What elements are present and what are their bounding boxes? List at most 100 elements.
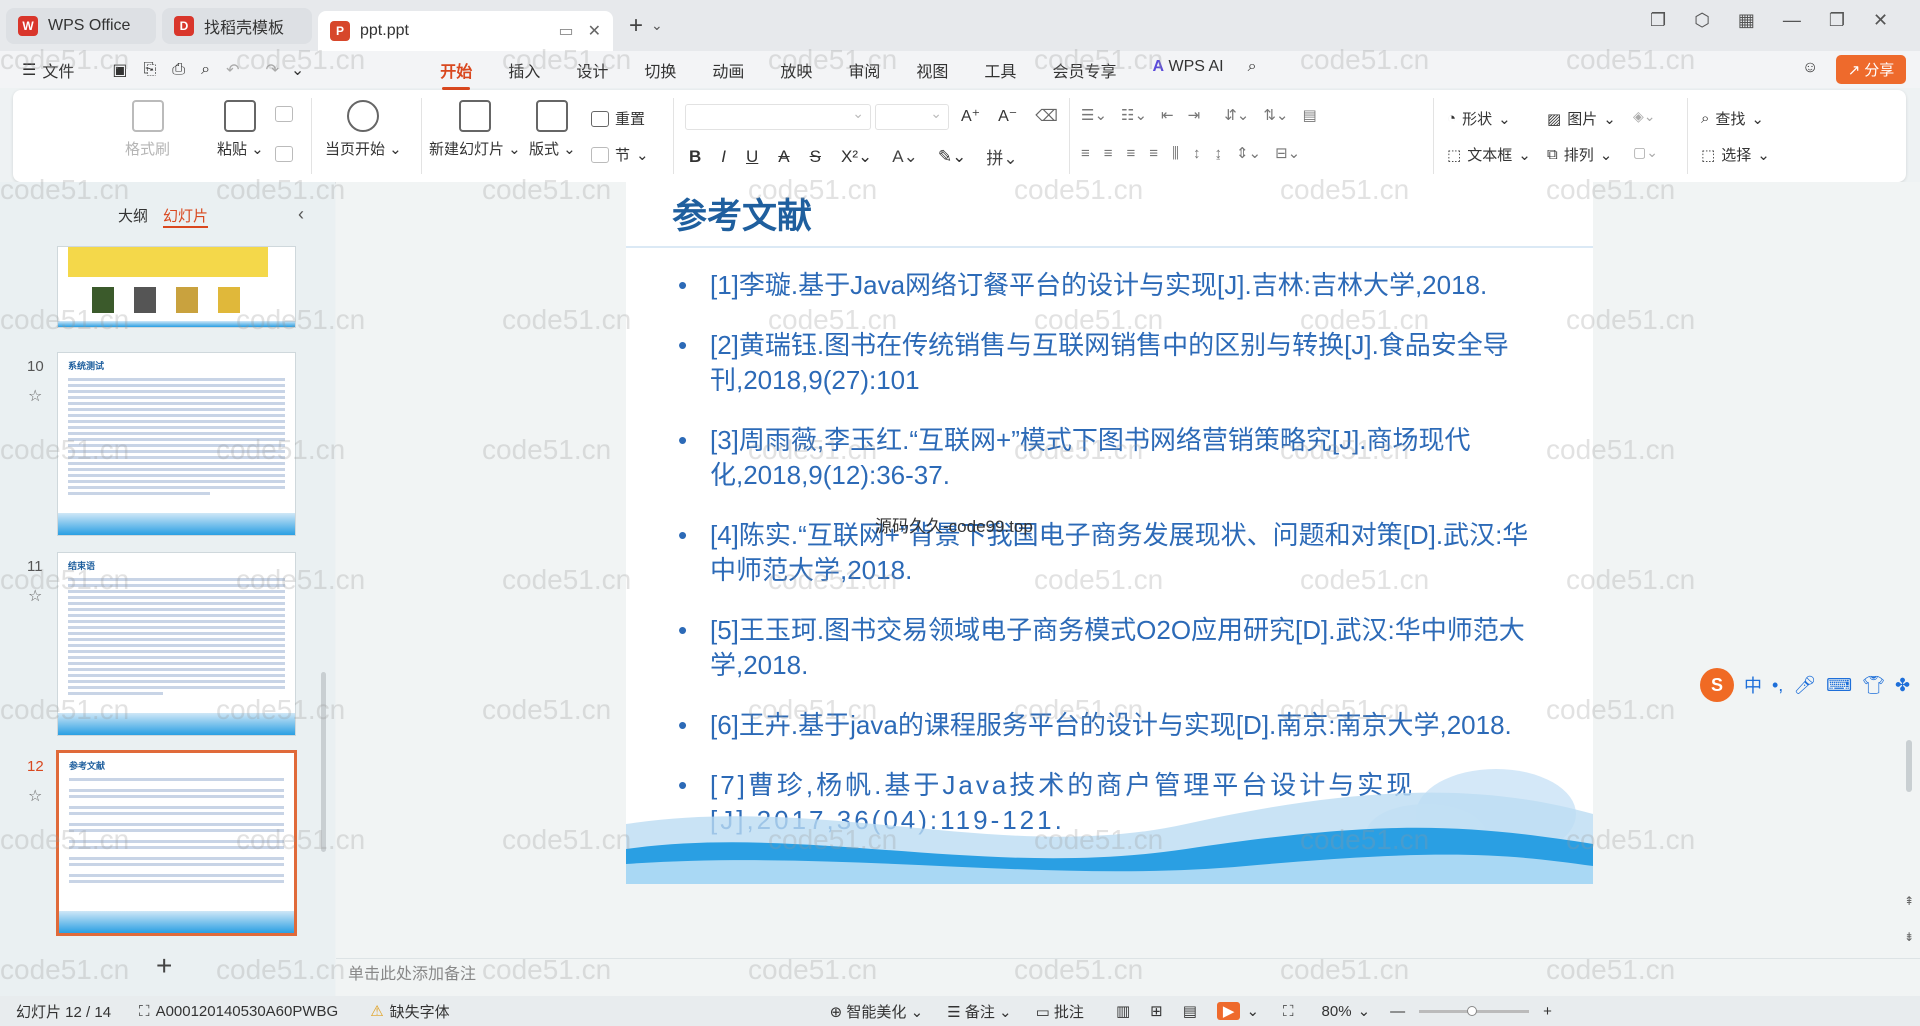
slide-thumbnail-9[interactable]	[57, 246, 296, 328]
tab-tools[interactable]: 工具	[984, 58, 1016, 82]
textbox-button[interactable]: ⬚ 文本框 ⌄	[1447, 144, 1531, 165]
zoom-slider[interactable]	[1419, 1005, 1530, 1016]
tab-wps-office[interactable]: W WPS Office	[6, 7, 156, 44]
fit-window-icon[interactable]: ⛶	[1283, 1003, 1294, 1020]
chat-icon[interactable]: ☺	[1802, 59, 1818, 77]
panel-scrollbar[interactable]	[321, 672, 326, 852]
hamburger-icon[interactable]: ☰	[22, 60, 36, 80]
align-center-icon[interactable]: ≡	[1104, 145, 1113, 162]
favorite-star-icon[interactable]: ☆	[28, 786, 42, 806]
window-mode-icon[interactable]: ▭	[558, 21, 573, 41]
numbered-list-icon[interactable]: ☷⌄	[1121, 106, 1147, 124]
maximize-icon[interactable]: ❐	[1829, 10, 1845, 31]
bullet-list-icon[interactable]: ☰⌄	[1081, 106, 1107, 124]
layout-button[interactable]: 版式 ⌄	[529, 100, 576, 159]
align-right-icon[interactable]: ≡	[1127, 145, 1136, 162]
play-slideshow-button[interactable]: ▶	[1216, 1002, 1241, 1020]
align-left-icon[interactable]: ≡	[1081, 145, 1090, 162]
play-chevron-icon[interactable]: ⌄	[1246, 1002, 1259, 1020]
tab-transition[interactable]: 切换	[644, 58, 676, 82]
bold-icon[interactable]: B	[689, 147, 701, 167]
tab-ppt-document[interactable]: P ppt.ppt ▭ ✕	[318, 11, 613, 51]
strikethrough-s-icon[interactable]: S	[810, 147, 821, 167]
tab-list-chevron-icon[interactable]: ⌄	[651, 17, 663, 34]
line-spacing-icon[interactable]: ↕	[1193, 145, 1201, 162]
decrease-font-icon[interactable]: A⁻	[998, 106, 1017, 126]
smart-beautify-button[interactable]: ⊕ 智能美化 ⌄	[830, 1001, 924, 1022]
current-slide[interactable]: 参考文献 [1]李璇.基于Java网络订餐平台的设计与实现[J].吉林:吉林大学…	[626, 182, 1593, 884]
outline-icon[interactable]: ▢⌄	[1633, 144, 1658, 161]
justify-icon[interactable]: ≡	[1149, 145, 1158, 162]
prev-slide-icon[interactable]: ⇞	[1904, 894, 1914, 908]
new-tab-icon[interactable]: +	[629, 12, 643, 40]
text-align-icon[interactable]: ⊟⌄	[1275, 144, 1300, 162]
slide-thumbnail-11[interactable]: 结束语	[57, 552, 296, 736]
outline-tab[interactable]: 大纲	[118, 205, 148, 226]
tab-insert[interactable]: 插入	[508, 58, 540, 82]
strikethrough-icon[interactable]: A	[778, 147, 789, 167]
convert-smartart-icon[interactable]: ▤	[1302, 106, 1316, 124]
favorite-star-icon[interactable]: ☆	[28, 586, 42, 606]
print-icon[interactable]: ⎙	[172, 61, 185, 79]
close-window-icon[interactable]: ✕	[1873, 10, 1888, 31]
column-icon[interactable]: ⇕⌄	[1236, 144, 1261, 162]
select-button[interactable]: ⬚ 选择 ⌄	[1701, 144, 1770, 165]
normal-view-icon[interactable]: ▥	[1116, 1002, 1130, 1020]
favorite-star-icon[interactable]: ☆	[28, 386, 42, 406]
cube-icon[interactable]: ⬡	[1694, 10, 1710, 31]
save-icon[interactable]: ▣	[112, 60, 127, 80]
search-icon[interactable]: ⌕	[1248, 58, 1257, 82]
increase-indent-icon[interactable]: ⇥	[1188, 106, 1201, 124]
arrange-button[interactable]: ⧉ 排列 ⌄	[1547, 144, 1612, 165]
slide-thumbnail-12[interactable]: 参考文献	[56, 750, 297, 936]
font-family-select[interactable]: ⌄	[685, 104, 871, 130]
copy-icon[interactable]	[275, 146, 293, 162]
close-tab-icon[interactable]: ✕	[588, 21, 601, 41]
underline-icon[interactable]: U	[746, 147, 758, 167]
picture-button[interactable]: ▨ 图片 ⌄	[1547, 108, 1616, 129]
font-size-select[interactable]: ⌄	[875, 104, 949, 130]
new-slide-button[interactable]: 新建幻灯片 ⌄	[429, 100, 521, 159]
phonetic-icon[interactable]: 拼⌄	[986, 144, 1017, 169]
format-painter-button[interactable]: 格式刷	[125, 100, 170, 159]
next-slide-icon[interactable]: ⇟	[1904, 930, 1914, 944]
zoom-chevron-icon[interactable]: ⌄	[1358, 1002, 1371, 1020]
tab-docer-templates[interactable]: D 找稻壳模板	[162, 7, 312, 44]
tab-design[interactable]: 设计	[576, 58, 608, 82]
decrease-indent-icon[interactable]: ⇤	[1161, 106, 1174, 124]
canvas-scrollbar[interactable]	[1906, 740, 1912, 792]
find-button[interactable]: ⌕ 查找 ⌄	[1701, 108, 1764, 129]
share-button[interactable]: ↗ 分享	[1836, 55, 1906, 84]
export-icon[interactable]: ⎘	[143, 61, 156, 79]
multi-window-icon[interactable]: ❐	[1650, 10, 1666, 31]
redo-icon[interactable]: ↷	[265, 60, 278, 80]
sort-icon[interactable]: ⇅⌄	[1263, 106, 1288, 124]
notes-button[interactable]: ☰ 备注 ⌄	[947, 1001, 1011, 1022]
font-color-icon[interactable]: A⌄	[892, 147, 918, 167]
highlight-icon[interactable]: ✎⌄	[938, 147, 967, 167]
tab-slideshow[interactable]: 放映	[780, 58, 812, 82]
tab-view[interactable]: 视图	[916, 58, 948, 82]
print-preview-icon[interactable]: ⌕	[201, 61, 210, 79]
tab-home[interactable]: 开始	[440, 58, 472, 90]
menu-file[interactable]: 文件	[42, 58, 74, 82]
clear-format-icon[interactable]: ⌫	[1035, 106, 1058, 126]
tab-animation[interactable]: 动画	[712, 58, 744, 82]
italic-icon[interactable]: I	[721, 147, 726, 167]
section-button[interactable]: 节 ⌄	[591, 144, 649, 165]
undo-icon[interactable]: ↶	[226, 60, 239, 80]
zoom-level[interactable]: 80%	[1322, 1003, 1352, 1020]
zoom-in-icon[interactable]: +	[1543, 1003, 1552, 1020]
increase-font-icon[interactable]: A⁺	[961, 106, 980, 126]
fill-icon[interactable]: ◈⌄	[1633, 108, 1656, 125]
ime-toolbar[interactable]: S 中 •, 🎤︎ ⌨ 👕︎ ✤	[1700, 668, 1920, 702]
slides-tab[interactable]: 幻灯片	[163, 205, 209, 228]
tab-review[interactable]: 审阅	[848, 58, 880, 82]
reset-button[interactable]: 重置	[591, 108, 645, 129]
slide-sorter-icon[interactable]: ⊞	[1150, 1002, 1163, 1020]
paragraph-spacing-icon[interactable]: ↨	[1214, 145, 1222, 162]
play-current-slide-button[interactable]: 当页开始 ⌄	[325, 100, 402, 159]
tab-member[interactable]: 会员专享	[1052, 58, 1116, 82]
slide-thumbnail-10[interactable]: 系统测试	[57, 352, 296, 536]
distribute-icon[interactable]: ⫼	[1172, 145, 1179, 162]
